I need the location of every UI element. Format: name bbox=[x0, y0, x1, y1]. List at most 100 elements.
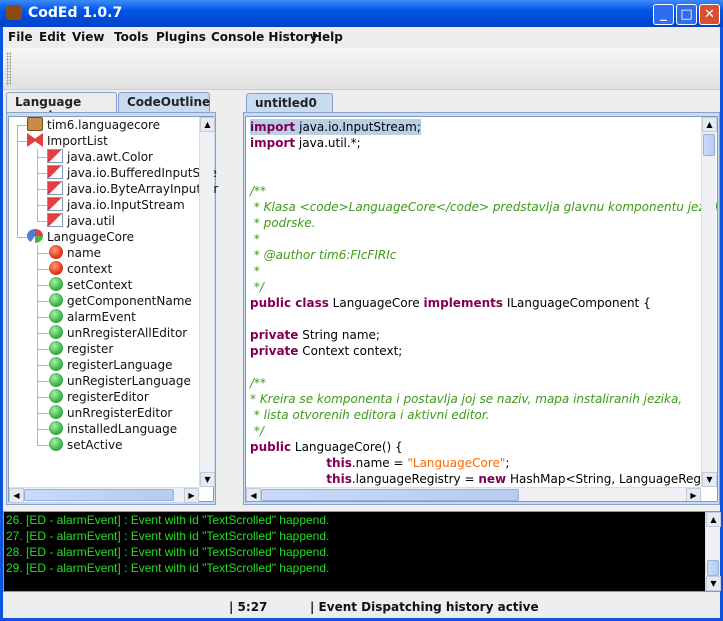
scroll-left-icon[interactable]: ◀ bbox=[9, 488, 24, 503]
tab-code-outline[interactable]: CodeOutline bbox=[118, 92, 210, 112]
tree-vertical-scrollbar[interactable]: ▲ ▼ bbox=[199, 117, 215, 487]
menu-bar: File Edit View Tools Plugins Console His… bbox=[3, 27, 720, 48]
scroll-down-icon[interactable]: ▼ bbox=[706, 576, 721, 591]
code-token: */ bbox=[250, 280, 264, 294]
window-title: CodEd 1.0.7 bbox=[28, 5, 123, 21]
method-icon bbox=[49, 357, 63, 371]
code-token: LanguageCore bbox=[328, 296, 424, 310]
tree-import-item[interactable]: java.io.BufferedInputStre bbox=[47, 165, 217, 181]
tree-member-item[interactable]: unRregisterAllEditor bbox=[49, 325, 187, 341]
tree-label: name bbox=[67, 246, 102, 260]
tab-untitled0[interactable]: untitled0 ✕ bbox=[246, 93, 333, 125]
tree-member-item[interactable]: installedLanguage bbox=[49, 421, 177, 437]
tree-label: tim6.languagecore bbox=[47, 118, 161, 132]
tree-member-item[interactable]: getComponentName bbox=[49, 293, 192, 309]
console-line: 27. [ED - alarmEvent] : Event with id "T… bbox=[6, 529, 330, 543]
import-icon bbox=[47, 181, 63, 195]
code-line: */ bbox=[250, 423, 264, 439]
tree-import-list[interactable]: ImportList bbox=[27, 133, 108, 149]
scroll-up-icon[interactable]: ▲ bbox=[200, 117, 215, 132]
code-outline-tree: tim6.languagecore ImportList java.awt.Co… bbox=[8, 116, 218, 503]
code-token: Context context; bbox=[298, 344, 403, 358]
tree-package[interactable]: tim6.languagecore bbox=[27, 117, 160, 133]
menu-view[interactable]: View bbox=[72, 30, 104, 44]
tab-language-panel[interactable]: Language panel bbox=[6, 92, 117, 123]
tree-import-item[interactable]: java.awt.Color bbox=[47, 149, 153, 165]
code-token: */ bbox=[250, 424, 264, 438]
scroll-thumb[interactable] bbox=[24, 489, 174, 501]
scroll-up-icon[interactable]: ▲ bbox=[706, 512, 721, 527]
tree-label: java.io.BufferedInputStre bbox=[67, 166, 217, 180]
code-line: * podrske. bbox=[250, 215, 316, 231]
code-token: * bbox=[250, 232, 260, 246]
menu-edit[interactable]: Edit bbox=[39, 30, 66, 44]
scroll-up-icon[interactable]: ▲ bbox=[702, 117, 717, 132]
scroll-right-icon[interactable]: ▶ bbox=[184, 488, 199, 503]
tree-member-item[interactable]: unRegisterLanguage bbox=[49, 373, 191, 389]
console-output[interactable]: 26. [ED - alarmEvent] : Event with id "T… bbox=[3, 511, 721, 592]
tree-member-item[interactable]: setActive bbox=[49, 437, 122, 453]
scroll-thumb[interactable] bbox=[707, 560, 719, 576]
code-line: /** bbox=[250, 375, 266, 391]
import-icon bbox=[47, 213, 63, 227]
scroll-down-icon[interactable]: ▼ bbox=[200, 472, 215, 487]
tree-member-item[interactable]: registerEditor bbox=[49, 389, 149, 405]
tree-member-item[interactable]: name bbox=[49, 245, 101, 261]
scroll-left-icon[interactable]: ◀ bbox=[246, 488, 261, 501]
tree-label: java.io.ByteArrayInputStr bbox=[67, 182, 219, 196]
scroll-right-icon[interactable]: ▶ bbox=[686, 488, 701, 501]
tree-import-item[interactable]: java.util bbox=[47, 213, 115, 229]
tree-label: registerEditor bbox=[67, 390, 149, 404]
menu-help[interactable]: Help bbox=[312, 30, 343, 44]
editor-vertical-scrollbar[interactable]: ▲ ▼ bbox=[701, 117, 717, 487]
tree-member-item[interactable]: register bbox=[49, 341, 113, 357]
minimize-button[interactable]: _ bbox=[653, 4, 674, 25]
console-line: 29. [ED - alarmEvent] : Event with id "T… bbox=[6, 561, 330, 575]
code-line: private Context context; bbox=[250, 343, 402, 359]
method-icon bbox=[49, 309, 63, 323]
tree-member-item[interactable]: unRregisterEditor bbox=[49, 405, 172, 421]
maximize-button[interactable]: □ bbox=[676, 4, 697, 25]
tree-member-item[interactable]: registerLanguage bbox=[49, 357, 173, 373]
code-token: * podrske. bbox=[250, 216, 316, 230]
tree-member-item[interactable]: context bbox=[49, 261, 112, 277]
code-line: */ bbox=[250, 279, 264, 295]
code-token: this bbox=[326, 456, 352, 470]
code-token: import bbox=[250, 136, 296, 150]
menu-console-history[interactable]: Console History bbox=[211, 30, 317, 44]
code-token: public class bbox=[250, 296, 329, 310]
tree-import-item[interactable]: java.io.ByteArrayInputStr bbox=[47, 181, 218, 197]
code-editor[interactable]: import java.io.InputStream; import java.ut… bbox=[245, 116, 718, 502]
console-scrollbar[interactable]: ▲ ▼ bbox=[705, 512, 721, 591]
method-icon bbox=[49, 405, 63, 419]
code-line: * Kreira se komponenta i postavlja joj s… bbox=[250, 391, 682, 407]
tree-horizontal-scrollbar[interactable]: ◀ ▶ bbox=[9, 487, 199, 503]
field-icon bbox=[49, 261, 63, 275]
status-cursor-position: | 5:27 bbox=[229, 600, 268, 614]
tree-label: register bbox=[67, 342, 114, 356]
tree-class[interactable]: LanguageCore bbox=[27, 229, 134, 245]
scroll-thumb[interactable] bbox=[261, 489, 519, 501]
title-bar[interactable]: CodEd 1.0.7 _ □ ✕ bbox=[0, 0, 723, 27]
tree-member-item[interactable]: setContext bbox=[49, 277, 132, 293]
tree-member-item[interactable]: alarmEvent bbox=[49, 309, 136, 325]
tree-label: unRregisterAllEditor bbox=[67, 326, 188, 340]
code-line: public class LanguageCore implements ILa… bbox=[250, 295, 651, 311]
code-token: .languageRegistry = bbox=[351, 472, 479, 486]
code-token: HashMap<String, LanguageRegistryElem bbox=[509, 472, 717, 486]
method-icon bbox=[49, 325, 63, 339]
tree-import-item[interactable]: java.io.InputStream bbox=[47, 197, 185, 213]
scroll-down-icon[interactable]: ▼ bbox=[702, 472, 717, 487]
menu-tools[interactable]: Tools bbox=[114, 30, 148, 44]
code-line: public LanguageCore() { bbox=[250, 439, 403, 455]
menu-plugins[interactable]: Plugins bbox=[156, 30, 206, 44]
scroll-thumb[interactable] bbox=[703, 134, 715, 156]
toolbar-grip[interactable] bbox=[6, 52, 11, 86]
code-token: java.io.InputStream; bbox=[299, 120, 421, 134]
close-button[interactable]: ✕ bbox=[699, 4, 720, 25]
editor-horizontal-scrollbar[interactable]: ◀ ▶ bbox=[246, 487, 701, 501]
menu-file[interactable]: File bbox=[8, 30, 33, 44]
code-token: /** bbox=[250, 184, 267, 198]
tree-label: java.util bbox=[67, 214, 115, 228]
